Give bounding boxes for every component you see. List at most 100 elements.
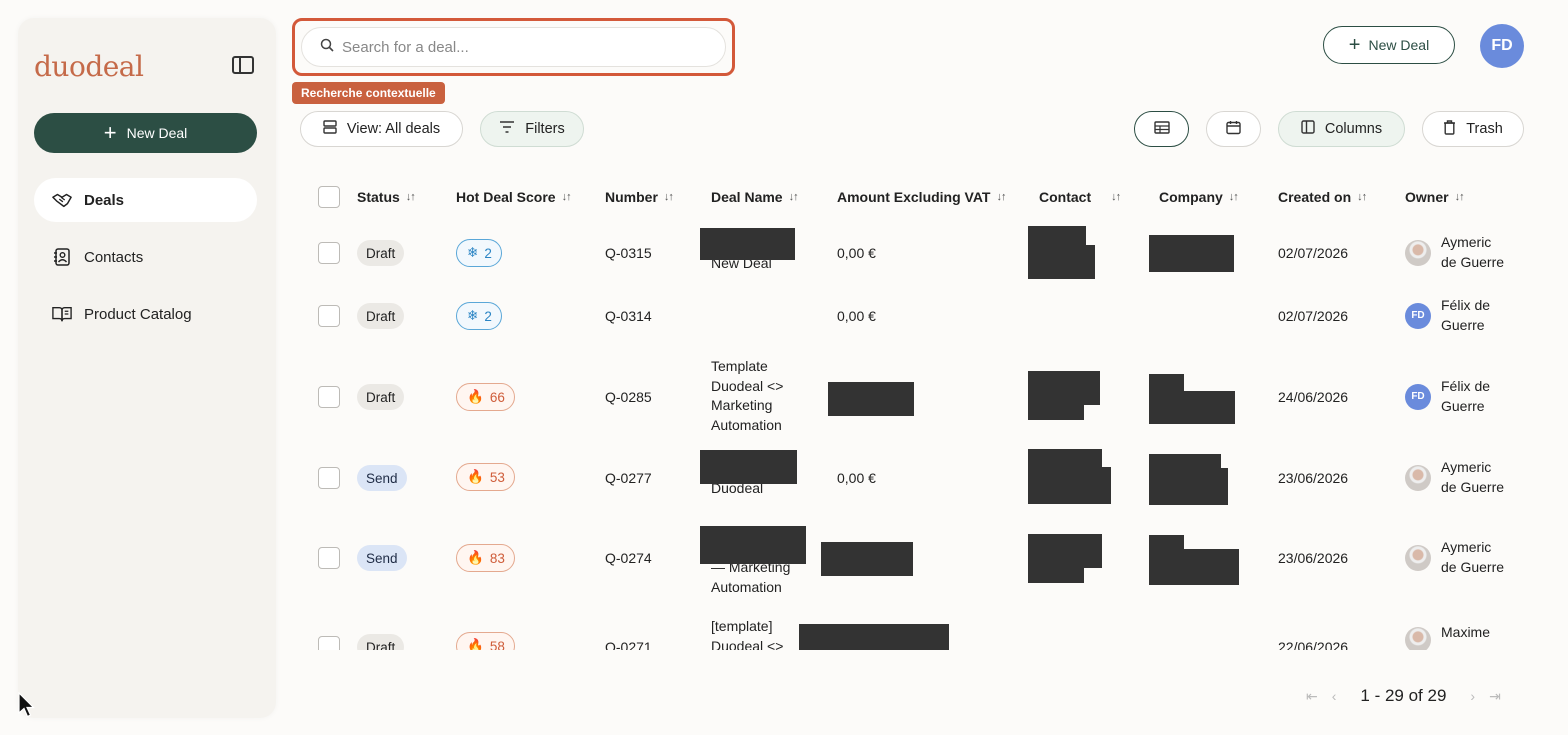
table-view-icon bbox=[1153, 120, 1170, 138]
duodeal-logo[interactable]: duodeal bbox=[34, 50, 144, 83]
calendar-view-button[interactable] bbox=[1206, 111, 1261, 147]
sidebar-item-label: Product Catalog bbox=[84, 305, 192, 323]
owner-avatar bbox=[1405, 239, 1431, 266]
first-page-icon[interactable]: ⇤ bbox=[1306, 688, 1318, 705]
column-label: Contact bbox=[1039, 189, 1092, 205]
search-box[interactable] bbox=[301, 27, 726, 67]
table-row[interactable]: Draft ❄ 2 Q-0314 0,00 € 02/07/2026 FD Féli… bbox=[300, 288, 1540, 344]
sidebar-item-label: Deals bbox=[84, 191, 125, 209]
sidebar-item-contacts[interactable]: Contacts bbox=[34, 235, 257, 279]
row-checkbox[interactable] bbox=[318, 467, 340, 489]
column-header-contact[interactable]: Contact ↓↑ bbox=[1039, 189, 1121, 205]
hot-deal-score-badge: 🔥 66 bbox=[456, 383, 515, 411]
search-input[interactable] bbox=[342, 38, 702, 56]
owner-name: Aymeric de Guerre bbox=[1441, 234, 1505, 270]
sort-icon: ↓↑ bbox=[663, 191, 674, 203]
column-header-number[interactable]: Number ↓↑ bbox=[605, 189, 674, 205]
flame-icon: 🔥 bbox=[467, 638, 484, 650]
deal-number: Q-0315 bbox=[605, 245, 652, 261]
columns-label: Columns bbox=[1324, 121, 1383, 137]
columns-button[interactable]: Columns bbox=[1278, 111, 1405, 147]
hot-deal-score-badge: 🔥 58 bbox=[456, 632, 515, 650]
created-date: 22/06/2026 bbox=[1278, 639, 1349, 650]
redaction-block bbox=[700, 228, 795, 260]
owner: Aymeric de Guerre bbox=[1405, 538, 1504, 577]
header-new-deal-button[interactable]: + New Deal bbox=[1323, 26, 1455, 64]
search-icon bbox=[320, 38, 334, 57]
created-date: 02/07/2026 bbox=[1278, 308, 1349, 324]
column-header-deal-name[interactable]: Deal Name ↓↑ bbox=[711, 189, 799, 205]
deals-table: Status ↓↑ Hot Deal Score ↓↑ Number ↓↑ Deal … bbox=[300, 175, 1540, 650]
sidebar-item-product-catalog[interactable]: Product Catalog bbox=[34, 292, 257, 336]
redaction-block bbox=[1028, 245, 1095, 279]
deal-name[interactable]: Template Duodeal <> Marketing Automation bbox=[711, 357, 783, 435]
sidebar-item-deals[interactable]: Deals bbox=[34, 178, 257, 222]
owner: FD Félix de Guerre bbox=[1405, 296, 1490, 335]
header-new-deal-label: New Deal bbox=[1368, 37, 1430, 53]
score-value: 66 bbox=[489, 389, 505, 405]
view-selector-button[interactable]: View: All deals bbox=[300, 111, 463, 147]
table-row[interactable]: Draft 🔥 66 Q-0285 Template Duodeal <> Marke… bbox=[300, 353, 1540, 441]
pagination-range: 1 - 29 of 29 bbox=[1360, 686, 1447, 705]
row-checkbox[interactable] bbox=[318, 636, 340, 650]
column-header-owner[interactable]: Owner ↓↑ bbox=[1405, 189, 1465, 205]
rows-icon bbox=[323, 120, 337, 138]
owner: Aymeric de Guerre bbox=[1405, 233, 1504, 272]
table-row[interactable]: Send 🔥 83 Q-0274 — Marketing Automation 23… bbox=[300, 520, 1540, 596]
table-row[interactable]: Draft ❄ 2 Q-0315 New Deal 0,00 € 02/07/20… bbox=[300, 225, 1540, 281]
score-value: 53 bbox=[489, 469, 505, 485]
owner-avatar: FD bbox=[1405, 302, 1431, 329]
columns-icon bbox=[1301, 120, 1315, 138]
sidebar-item-label: Contacts bbox=[84, 248, 144, 266]
created-date: 23/06/2026 bbox=[1278, 470, 1349, 486]
select-all-checkbox[interactable] bbox=[318, 186, 340, 208]
redaction-block bbox=[828, 382, 914, 416]
next-page-icon[interactable]: › bbox=[1470, 688, 1475, 704]
search-highlight bbox=[292, 18, 735, 76]
hot-deal-score-badge: 🔥 53 bbox=[456, 463, 515, 491]
trash-button[interactable]: Trash bbox=[1422, 111, 1524, 147]
owner-avatar: FD bbox=[1405, 383, 1431, 410]
deal-amount: 0,00 € bbox=[837, 308, 876, 324]
owner-name: Maxime bbox=[1441, 624, 1491, 641]
row-checkbox[interactable] bbox=[318, 305, 340, 327]
table-row[interactable]: Draft 🔥 58 Q-0271 [template] Duodeal <> 22… bbox=[300, 615, 1540, 650]
sort-icon: ↓↑ bbox=[996, 191, 1006, 203]
table-header: Status ↓↑ Hot Deal Score ↓↑ Number ↓↑ Deal … bbox=[300, 175, 1540, 219]
column-label: Company bbox=[1159, 189, 1223, 205]
sort-icon: ↓↑ bbox=[561, 191, 572, 203]
column-header-amount[interactable]: Amount Excluding VAT ↓↑ bbox=[837, 189, 1006, 205]
redaction-block bbox=[1028, 550, 1084, 583]
redaction-block bbox=[799, 624, 949, 650]
column-label: Created on bbox=[1278, 189, 1352, 205]
column-label: Status bbox=[357, 189, 400, 205]
column-header-company[interactable]: Company ↓↑ bbox=[1159, 189, 1239, 205]
owner: Aymeric de Guerre bbox=[1405, 458, 1504, 497]
redaction-block bbox=[1149, 235, 1234, 272]
snowflake-icon: ❄ bbox=[467, 245, 479, 260]
prev-page-icon[interactable]: ‹ bbox=[1332, 688, 1337, 704]
sort-icon: ↓↑ bbox=[405, 191, 416, 203]
filters-button[interactable]: Filters bbox=[480, 111, 584, 147]
trash-icon bbox=[1443, 119, 1456, 139]
column-header-status[interactable]: Status ↓↑ bbox=[357, 189, 416, 205]
column-header-created-on[interactable]: Created on ↓↑ bbox=[1278, 189, 1367, 205]
column-header-hot-deal-score[interactable]: Hot Deal Score ↓↑ bbox=[456, 189, 572, 205]
sidebar-toggle-icon[interactable] bbox=[232, 56, 254, 74]
owner: FD Félix de Guerre bbox=[1405, 377, 1490, 416]
row-checkbox[interactable] bbox=[318, 242, 340, 264]
list-view-button[interactable] bbox=[1134, 111, 1189, 147]
column-label: Hot Deal Score bbox=[456, 189, 556, 205]
deal-name[interactable]: [template] Duodeal <> bbox=[711, 617, 783, 650]
plus-icon: + bbox=[103, 120, 117, 145]
sidebar-new-deal-button[interactable]: + New Deal bbox=[34, 113, 257, 153]
column-label: Owner bbox=[1405, 189, 1449, 205]
row-checkbox[interactable] bbox=[318, 386, 340, 408]
row-checkbox[interactable] bbox=[318, 547, 340, 569]
view-label: View: All deals bbox=[346, 121, 441, 137]
user-avatar[interactable]: FD bbox=[1480, 24, 1524, 68]
last-page-icon[interactable]: ⇥ bbox=[1489, 688, 1501, 705]
snowflake-icon: ❄ bbox=[467, 308, 479, 323]
table-row[interactable]: Send 🔥 53 Q-0277 Duodeal 0,00 € 23/06/202… bbox=[300, 448, 1540, 508]
hot-deal-score-badge: ❄ 2 bbox=[456, 239, 502, 267]
